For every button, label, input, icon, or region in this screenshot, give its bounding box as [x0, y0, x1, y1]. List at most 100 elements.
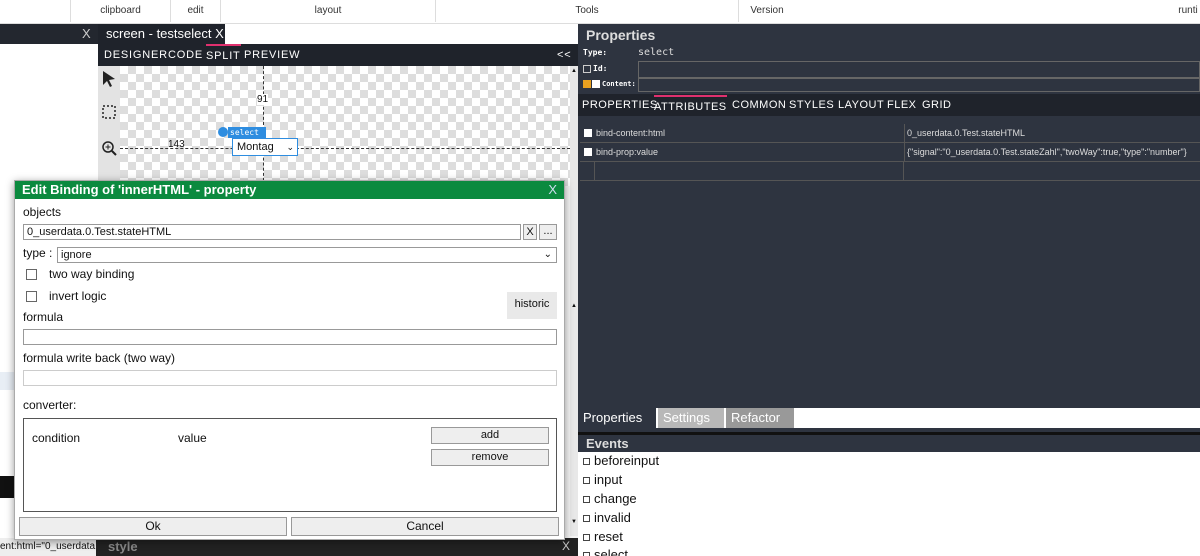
attribute-value[interactable]: 0_userdata.0.Test.stateHTML	[907, 128, 1025, 138]
attribute-new-key[interactable]	[594, 162, 904, 181]
widget-tag-label: select	[228, 127, 266, 138]
event-item[interactable]: input	[583, 472, 622, 487]
left-panel-close-button[interactable]: X	[82, 26, 91, 41]
dialog-close-button[interactable]: X	[548, 181, 557, 199]
attribute-new-row[interactable]	[580, 162, 1200, 181]
event-checkbox[interactable]	[583, 477, 590, 485]
collapse-button[interactable]: <<	[557, 44, 571, 66]
type-select[interactable]: ignore ⌄	[57, 247, 557, 263]
clear-objects-button[interactable]: X	[523, 224, 537, 240]
ok-button[interactable]: Ok	[19, 517, 287, 536]
event-checkbox[interactable]	[583, 552, 590, 556]
formula-input[interactable]	[23, 329, 557, 345]
event-checkbox[interactable]	[583, 534, 590, 542]
add-converter-button[interactable]: add	[431, 427, 549, 444]
event-label: change	[594, 491, 637, 506]
screen-tab[interactable]: screen - testselect X	[98, 24, 225, 44]
cancel-button[interactable]: Cancel	[291, 517, 559, 536]
style-close-button[interactable]: X	[562, 539, 570, 553]
attribute-row[interactable]: bind-prop:value {"signal":"0_userdata.0.…	[580, 143, 1200, 162]
event-label: invalid	[594, 510, 631, 525]
converter-label: converter:	[23, 398, 77, 412]
menu-layout[interactable]: layout	[220, 0, 435, 22]
dialog-title-bar[interactable]: Edit Binding of 'innerHTML' - property X	[15, 181, 564, 199]
menu-version[interactable]: Version	[738, 0, 795, 22]
attribute-value[interactable]: {"signal":"0_userdata.0.Test.stateZahl",…	[907, 147, 1187, 157]
bottom-tab-settings[interactable]: Settings	[658, 408, 724, 428]
tab-grid[interactable]: GRID	[922, 95, 952, 115]
attribute-divider	[904, 124, 905, 143]
event-checkbox[interactable]	[583, 458, 590, 466]
two-way-checkbox[interactable]	[26, 269, 37, 280]
editor-scrollbar[interactable]: ▲ ▲ ▼	[570, 66, 578, 536]
menu-clipboard[interactable]: clipboard	[70, 0, 170, 22]
tab-designer[interactable]: DESIGNER	[104, 44, 168, 66]
type-select-value: ignore	[61, 249, 92, 261]
event-label: reset	[594, 529, 623, 544]
content-input[interactable]	[638, 78, 1200, 92]
scroll-down-icon[interactable]: ▼	[571, 519, 577, 525]
bottom-tab-properties[interactable]: Properties	[578, 408, 656, 428]
event-label: beforeinput	[594, 453, 660, 468]
screen-tab-close-button[interactable]: X	[215, 26, 224, 41]
type-label: type :	[23, 246, 53, 260]
menu-tools[interactable]: Tools	[435, 0, 738, 22]
tab-code[interactable]: CODE	[168, 44, 203, 66]
menu-edit[interactable]: edit	[170, 0, 220, 22]
select-widget[interactable]: Montag ⌄	[232, 138, 298, 156]
rotate-handle-icon[interactable]	[218, 127, 228, 137]
menu-runtime[interactable]: runti	[1176, 0, 1200, 22]
guide-distance-left: 143	[168, 139, 185, 150]
event-item[interactable]: change	[583, 491, 637, 506]
event-label: select	[594, 547, 628, 556]
tab-preview[interactable]: PREVIEW	[244, 44, 300, 66]
marquee-select-icon[interactable]	[101, 104, 117, 120]
attribute-row-checkbox[interactable]	[584, 148, 592, 156]
tab-attributes[interactable]: ATTRIBUTES	[654, 95, 727, 115]
content-color-swatch[interactable]	[583, 80, 591, 88]
type-value: select	[638, 47, 675, 58]
designer-toolbar	[98, 66, 120, 186]
scroll-up-icon-2[interactable]: ▲	[571, 303, 577, 309]
type-label: Type:	[583, 48, 608, 57]
attribute-row[interactable]: bind-content:html 0_userdata.0.Test.stat…	[580, 124, 1200, 143]
attribute-row-checkbox[interactable]	[584, 129, 592, 137]
converter-value-header: value	[178, 431, 207, 445]
style-tab[interactable]: style	[108, 539, 138, 554]
left-panel-header: X	[0, 24, 98, 44]
zoom-icon[interactable]	[101, 140, 117, 156]
properties-tab-bar: PROPERTIES ATTRIBUTES COMMON STYLES LAYO…	[578, 94, 1200, 116]
select-widget-value: Montag	[237, 141, 274, 153]
tab-split[interactable]: SPLIT	[206, 44, 241, 66]
event-item[interactable]: select	[583, 547, 628, 556]
content-checkbox[interactable]	[592, 80, 600, 88]
chevron-down-icon: ⌄	[543, 249, 552, 260]
tab-flex[interactable]: FLEX	[887, 95, 917, 115]
formula-write-back-input[interactable]	[23, 370, 557, 386]
tab-styles[interactable]: STYLES	[789, 95, 834, 115]
attribute-key: bind-prop:value	[596, 147, 659, 157]
remove-converter-button[interactable]: remove	[431, 449, 549, 466]
event-item[interactable]: reset	[583, 529, 623, 544]
screen-tab-bar: screen - testselect X	[98, 24, 578, 44]
id-checkbox[interactable]	[583, 65, 591, 73]
invert-logic-checkbox[interactable]	[26, 291, 37, 302]
scroll-up-icon[interactable]: ▲	[571, 68, 577, 74]
events-header: Events	[578, 435, 1200, 452]
bottom-tab-refactor[interactable]: Refactor	[726, 408, 794, 428]
event-checkbox[interactable]	[583, 515, 590, 523]
objects-input[interactable]: 0_userdata.0.Test.stateHTML	[23, 224, 521, 240]
menu-bar: clipboard edit layout Tools Version runt…	[0, 0, 1200, 24]
browse-objects-button[interactable]: ...	[539, 224, 557, 240]
tab-properties[interactable]: PROPERTIES	[582, 95, 658, 115]
design-canvas[interactable]: 91 143 select Montag ⌄	[120, 66, 570, 186]
event-item[interactable]: beforeinput	[583, 453, 659, 468]
tab-layout[interactable]: LAYOUT	[838, 95, 884, 115]
event-checkbox[interactable]	[583, 496, 590, 504]
event-item[interactable]: invalid	[583, 510, 631, 525]
tab-common[interactable]: COMMON	[732, 95, 786, 115]
id-input[interactable]	[638, 61, 1200, 78]
pointer-icon[interactable]	[101, 70, 117, 88]
historic-button[interactable]: historic	[507, 292, 557, 319]
two-way-label: two way binding	[49, 267, 135, 281]
